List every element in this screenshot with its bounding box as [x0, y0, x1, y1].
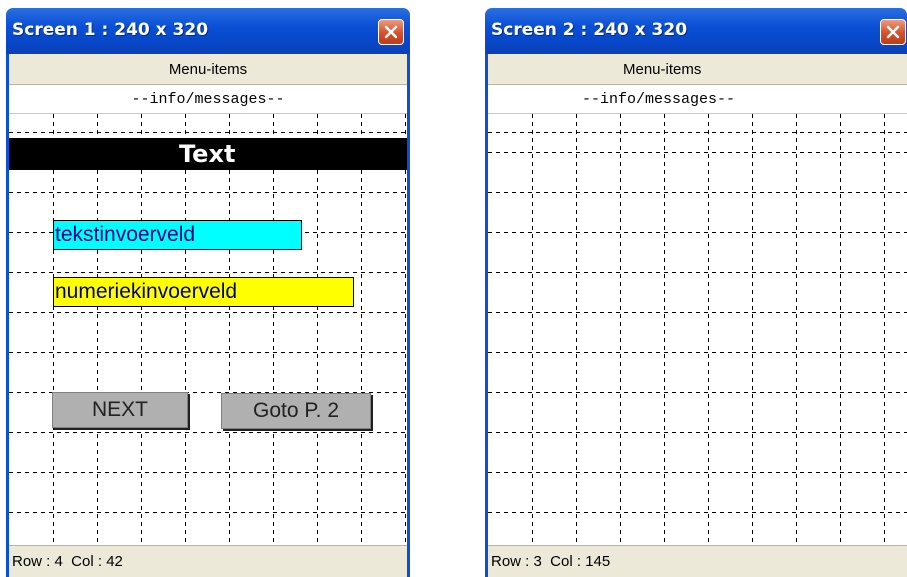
screen-1-statusbar: Row : 4 Col : 42 [9, 545, 407, 577]
screen-1-content: Menu-items --info/messages-- Text teksti… [9, 54, 407, 577]
screen-2-info-label: --info/messages-- [582, 90, 736, 108]
screen-2-statusbar: Row : 3 Col : 145 [488, 545, 907, 577]
screen-2-close-button[interactable] [880, 19, 906, 45]
text-heading: Text [179, 140, 236, 168]
screen-2-infobar: --info/messages-- [488, 85, 907, 114]
next-button[interactable]: NEXT [52, 392, 188, 428]
screen-1-title: Screen 1 : 240 x 320 [12, 20, 209, 40]
numeric-input-field[interactable]: numeriekinvoerveld [53, 277, 354, 307]
screen-2-title: Screen 2 : 240 x 320 [491, 20, 688, 40]
screen-1-window: Screen 1 : 240 x 320 Menu-items --info/m… [6, 8, 410, 577]
screen-1-status-text: Row : 4 Col : 42 [12, 553, 123, 570]
screen-1-titlebar[interactable]: Screen 1 : 240 x 320 [6, 8, 410, 54]
goto-page-2-button[interactable]: Goto P. 2 [221, 393, 371, 429]
screen-1-grid-lines [9, 114, 407, 545]
screen-1-info-label: --info/messages-- [131, 90, 285, 108]
screen-2-status-text: Row : 3 Col : 145 [491, 553, 611, 570]
text-input-field[interactable]: tekstinvoerveld [53, 220, 302, 250]
screen-2-grid [488, 114, 907, 545]
screen-1-close-button[interactable] [378, 19, 404, 45]
screen-2-menu-label[interactable]: Menu-items [623, 61, 701, 78]
screen-2-menubar[interactable]: Menu-items [488, 54, 907, 85]
screen-1-menubar[interactable]: Menu-items [9, 54, 407, 85]
screen-2-titlebar[interactable]: Screen 2 : 240 x 320 [485, 8, 907, 54]
screen-2-content: Menu-items --info/messages-- Row: 3 Col… [488, 54, 907, 577]
screen-2-window: Screen 2 : 240 x 320 Menu-items --info/m… [485, 8, 907, 577]
close-icon [886, 25, 900, 39]
screen-1-menu-label[interactable]: Menu-items [169, 61, 247, 78]
screen-1-grid [9, 114, 407, 545]
screen-1-infobar: --info/messages-- [9, 85, 407, 114]
screen-2-grid-lines [488, 114, 907, 545]
close-icon [384, 25, 398, 39]
corner-mark [0, 0, 6, 5]
